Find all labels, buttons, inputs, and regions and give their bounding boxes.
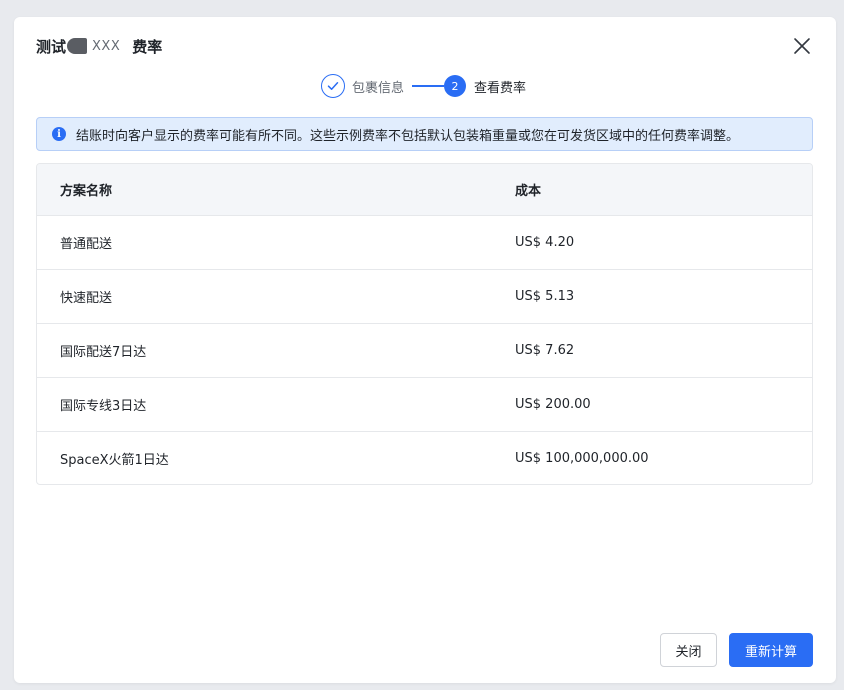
- step-label-view-rates: 查看费率: [474, 80, 527, 96]
- info-banner-text: 结账时向客户显示的费率可能有所不同。这些示例费率不包括默认包装箱重量或您在可发货…: [76, 128, 740, 144]
- step-number-badge: 2: [444, 75, 467, 97]
- rates-table: 方案名称 成本 普通配送 US$ 4.20 快速配送 US$ 5.13 国际配送…: [36, 163, 813, 485]
- dialog-footer: 关闭 重新计算: [660, 633, 813, 667]
- plan-cost: US$ 5.13: [515, 289, 575, 304]
- title-prefix: 测试: [36, 37, 67, 56]
- stepper: 包裹信息 2 查看费率: [321, 74, 526, 98]
- plan-cost: US$ 4.20: [515, 235, 575, 250]
- title-name: XXX: [92, 38, 121, 54]
- plan-name: 国际配送7日达: [60, 345, 147, 360]
- step-connector: [412, 85, 445, 87]
- plan-name: 普通配送: [60, 237, 113, 252]
- header-cost: 成本: [515, 184, 542, 199]
- redacted-avatar-blob: [67, 38, 88, 54]
- info-icon: i: [52, 127, 66, 141]
- table-row: 国际配送7日达 US$ 7.62: [37, 324, 812, 378]
- rates-dialog: 测试 XXX 费率 包裹信息 2 查看费率 i 结账时向客户显示的费率可能有所不…: [14, 17, 836, 683]
- plan-cost: US$ 200.00: [515, 397, 591, 412]
- dialog-title: 测试 XXX 费率: [36, 36, 162, 56]
- plan-cost: US$ 7.62: [515, 343, 575, 358]
- plan-name: SpaceX火箭1日达: [60, 452, 169, 468]
- table-row: 国际专线3日达 US$ 200.00: [37, 378, 812, 432]
- close-button[interactable]: 关闭: [660, 633, 717, 667]
- plan-name: 国际专线3日达: [60, 399, 147, 414]
- title-suffix: 费率: [132, 37, 163, 56]
- plan-cost: US$ 100,000,000.00: [515, 450, 649, 466]
- table-row: 普通配送 US$ 4.20: [37, 216, 812, 270]
- recalculate-button[interactable]: 重新计算: [729, 633, 813, 667]
- step-label-package-info: 包裹信息: [352, 80, 405, 96]
- table-row: SpaceX火箭1日达 US$ 100,000,000.00: [37, 432, 812, 484]
- header-plan-name: 方案名称: [60, 184, 113, 199]
- info-banner: i 结账时向客户显示的费率可能有所不同。这些示例费率不包括默认包装箱重量或您在可…: [36, 117, 813, 151]
- table-header: 方案名称 成本: [37, 164, 812, 216]
- close-icon[interactable]: [792, 36, 812, 56]
- table-row: 快速配送 US$ 5.13: [37, 270, 812, 324]
- check-icon: [321, 74, 345, 98]
- plan-name: 快速配送: [60, 291, 113, 306]
